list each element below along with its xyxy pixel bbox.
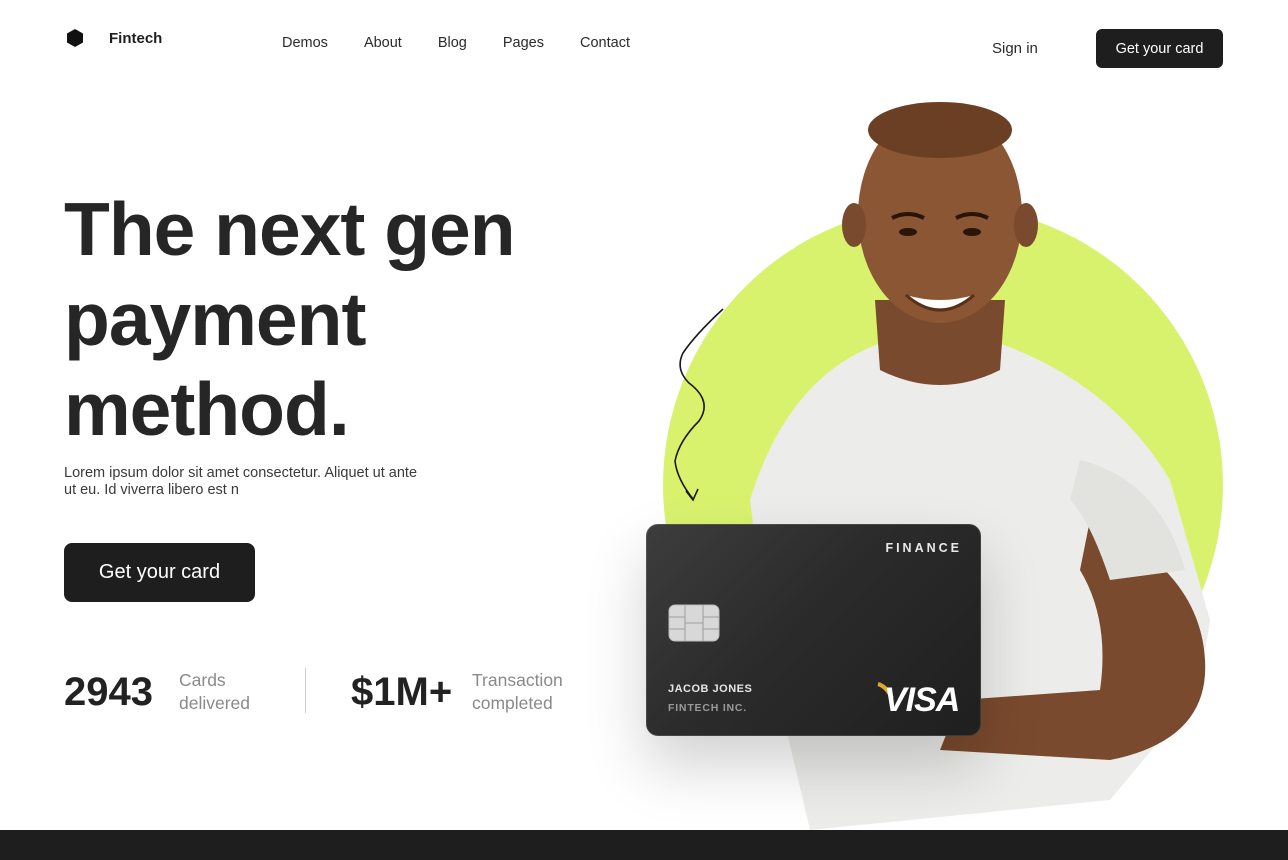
stat-cards-value: 2943 — [64, 670, 153, 714]
squiggle-arrow-icon — [674, 308, 724, 502]
payment-card: FINANCE JACOB JONES FINTECH INC. VISA — [646, 524, 981, 736]
brand-name: Fintech — [109, 30, 163, 47]
card-company: FINTECH INC. — [668, 702, 748, 714]
sign-in-link[interactable]: Sign in — [992, 40, 1038, 57]
card-network: VISA — [884, 681, 960, 719]
nav-link-demos[interactable]: Demos — [282, 35, 328, 51]
stat-cards-label-line-1: Cards — [179, 670, 226, 690]
stat-transactions-label-line-1: Transaction — [472, 670, 563, 690]
hero-get-card-button[interactable]: Get your card — [64, 543, 255, 602]
stats-divider — [305, 668, 306, 713]
nav-link-pages[interactable]: Pages — [503, 35, 544, 51]
hero-title-line-3: method. — [64, 367, 350, 451]
main-nav: Demos About Blog Pages Contact — [282, 35, 666, 51]
stat-cards-label-line-2: delivered — [179, 693, 251, 713]
hero-title-line-1: The next gen — [64, 187, 516, 271]
brand-logo[interactable]: Fintech — [66, 29, 162, 47]
header-get-card-button[interactable]: Get your card — [1096, 29, 1223, 68]
card-holder-name: JACOB JONES — [668, 683, 753, 695]
visa-logo-icon: VISA — [876, 680, 964, 719]
card-label: FINANCE — [885, 541, 962, 555]
nav-link-about[interactable]: About — [364, 35, 402, 51]
hero-subtitle: Lorem ipsum dolor sit amet consectetur. … — [64, 465, 418, 498]
footer-strip — [0, 830, 1288, 860]
hero-title-line-2: payment — [64, 277, 366, 361]
hexagon-logo-icon — [67, 29, 83, 47]
hero-title: The next gen payment method. — [64, 184, 516, 454]
nav-link-blog[interactable]: Blog — [438, 35, 467, 51]
nav-link-contact[interactable]: Contact — [580, 35, 630, 51]
stat-transactions-label: Transaction completed — [472, 669, 563, 715]
card-chip-icon — [668, 604, 720, 642]
stat-transactions-value: $1M+ — [351, 670, 453, 714]
stat-transactions-label-line-2: completed — [472, 693, 553, 713]
stat-cards-label: Cards delivered — [179, 669, 250, 715]
